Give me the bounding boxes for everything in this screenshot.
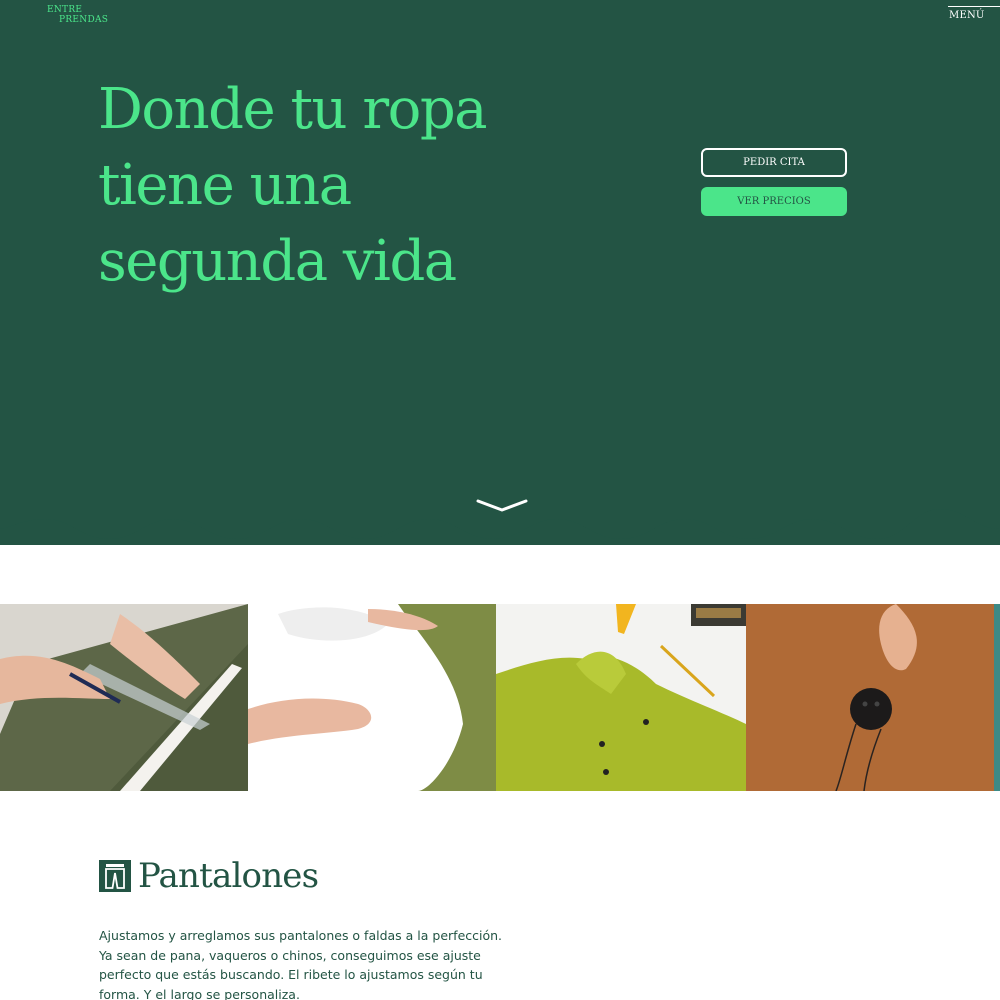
measuring-trousers-photo [0, 604, 248, 791]
trousers-icon [99, 860, 131, 892]
brand-logo[interactable]: ENTRE PRENDAS [47, 5, 108, 25]
green-shirt-photo [496, 604, 746, 791]
menu-label: MENÚ [949, 10, 985, 21]
logo-line-1: ENTRE [47, 5, 83, 15]
button-sewing-photo [746, 604, 1000, 791]
view-prices-button[interactable]: VER PRECIOS [701, 187, 847, 216]
section-description: Ajustamos y arreglamos sus pantalones o … [99, 928, 503, 1000]
white-dress-photo [248, 604, 496, 791]
logo-line-2: PRENDAS [59, 15, 109, 25]
section-heading: Pantalones [99, 856, 319, 896]
section-title: Pantalones [138, 856, 319, 896]
hero-headline: Donde tu ropa tiene una segunda vida [98, 77, 488, 294]
menu-button[interactable]: MENÚ [948, 6, 1000, 26]
chevron-down-icon[interactable] [476, 497, 528, 513]
photo-gallery [0, 604, 1000, 791]
book-appointment-button[interactable]: PEDIR CITA [701, 148, 847, 177]
menu-bar-icon [948, 6, 1000, 7]
